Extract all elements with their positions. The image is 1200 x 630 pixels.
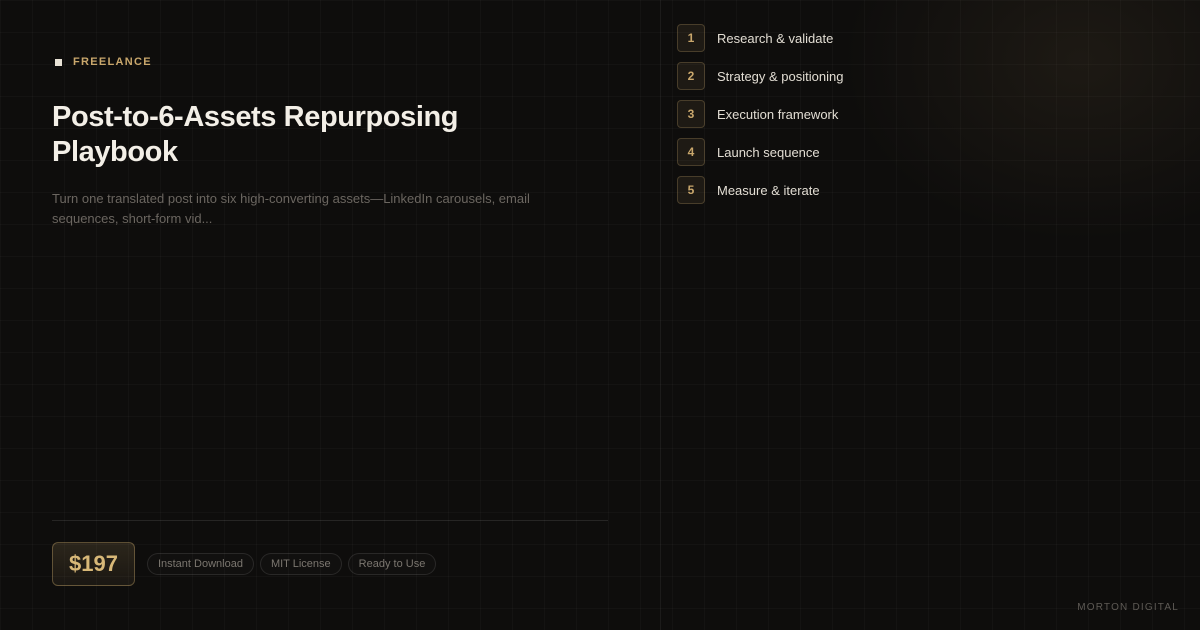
step-item: 2 Strategy & positioning (677, 62, 843, 90)
step-label: Strategy & positioning (717, 68, 844, 84)
steps-list: 1 Research & validate 2 Strategy & posit… (677, 24, 843, 214)
square-bullet-icon (55, 58, 62, 66)
step-item: 5 Measure & iterate (677, 176, 843, 204)
step-item: 3 Execution framework (677, 100, 843, 128)
product-title: Post-to-6-Assets Repurposing Playbook (52, 101, 459, 168)
step-item: 4 Launch sequence (677, 138, 843, 166)
tag-ready-to-use: Ready to Use (347, 553, 437, 575)
price-row: $197 Instant Download MIT License Ready … (52, 542, 442, 586)
step-number: 5 (677, 176, 705, 204)
step-number: 2 (677, 62, 705, 90)
step-label: Measure & iterate (717, 182, 820, 198)
product-description: Turn one translated post into six high-c… (52, 191, 530, 226)
step-label: Research & validate (717, 30, 834, 46)
step-number: 4 (677, 138, 705, 166)
brand-name: MORTON DIGITAL (1077, 602, 1179, 613)
product-info: FREELANCE Post-to-6-Assets Repurposing P… (52, 0, 608, 630)
step-number: 1 (677, 24, 705, 52)
footer-divider (52, 520, 608, 521)
column-divider (660, 0, 661, 630)
tag-instant-download: Instant Download (146, 553, 254, 575)
step-item: 1 Research & validate (677, 24, 843, 52)
step-label: Execution framework (717, 106, 839, 122)
step-number: 3 (677, 100, 705, 128)
tag-license: MIT License (259, 553, 342, 575)
category-badge: FREELANCE (55, 56, 152, 68)
step-label: Launch sequence (717, 144, 820, 160)
price-badge: $197 (52, 542, 135, 586)
category-label: FREELANCE (73, 56, 152, 68)
product-card: FREELANCE Post-to-6-Assets Repurposing P… (0, 0, 1200, 630)
